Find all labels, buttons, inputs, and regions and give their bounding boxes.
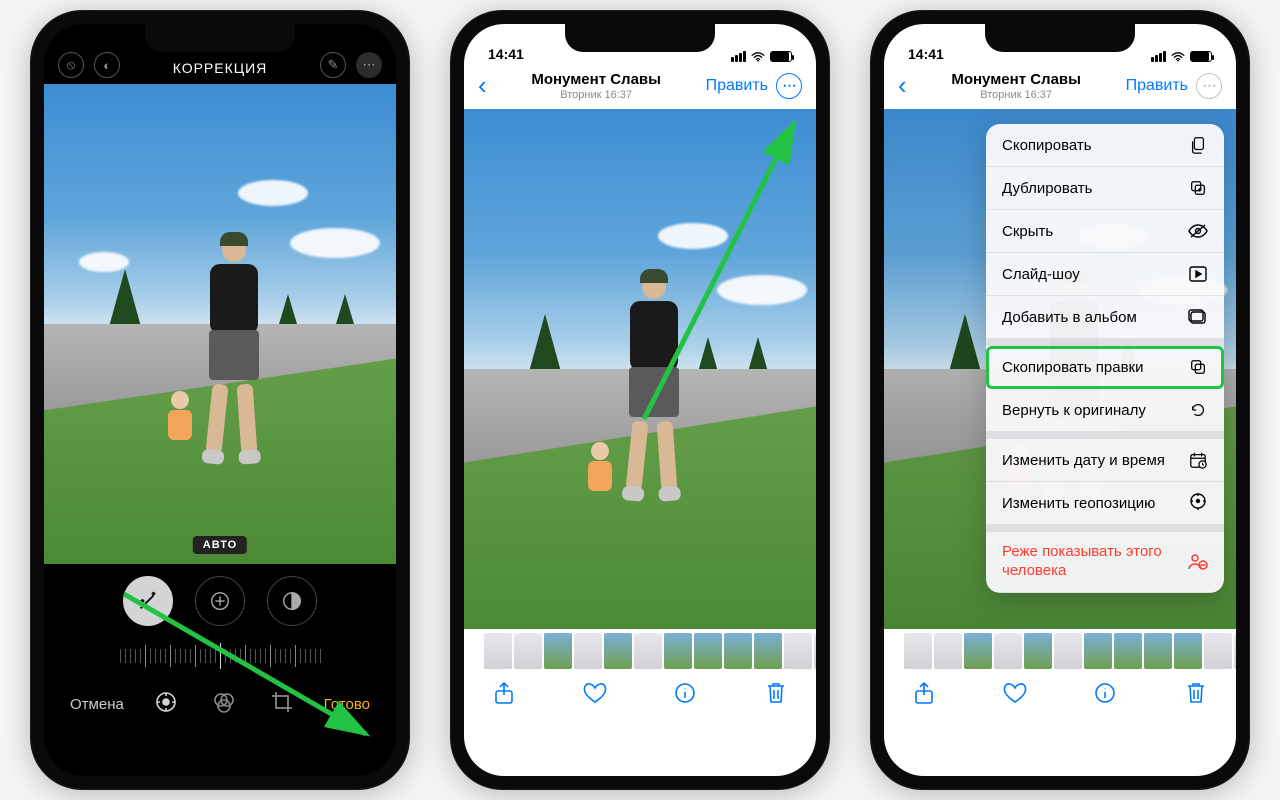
hide-icon [1188,221,1208,241]
auto-badge: АВТО [193,536,247,554]
thumbnail-strip[interactable] [884,629,1236,673]
menu-change-date[interactable]: Изменить дату и время [986,439,1224,482]
nav-bar: ‹ Монумент Славы Вторник 16:37 Править ⋯ [884,64,1236,109]
notch [565,24,715,52]
photo-subject-man [199,238,269,458]
wifi-icon [1171,52,1185,62]
crop-tab-icon[interactable] [270,690,294,719]
menu-hide[interactable]: Скрыть [986,210,1224,253]
adjustment-slider[interactable] [44,638,396,674]
brightness-dial-icon[interactable] [267,576,317,626]
live-off-icon[interactable]: ⦸ [58,52,84,78]
more-icon[interactable]: ⋯ [356,52,382,78]
notch [145,24,295,52]
info-icon[interactable] [673,681,697,705]
adjustment-dials [44,576,396,626]
phone-edit-screen: ⦸ ◐ КОРРЕКЦИЯ ✎ ⋯ [30,10,410,790]
adjust-tab-icon[interactable] [154,690,178,719]
album-icon [1188,307,1208,327]
info-icon[interactable] [1093,681,1117,705]
cellular-icon [1151,51,1166,62]
favorite-icon[interactable] [1003,681,1027,705]
back-button[interactable]: ‹ [898,70,907,101]
battery-icon [770,51,792,62]
photo-subject-baby [164,391,196,441]
wifi-icon [751,52,765,62]
trash-icon[interactable] [764,681,788,705]
duplicate-icon [1188,178,1208,198]
bottom-toolbar [464,673,816,705]
status-time: 14:41 [908,46,944,62]
notch [985,24,1135,52]
calendar-icon [1188,450,1208,470]
done-button[interactable]: Готово [324,696,370,713]
status-time: 14:41 [488,46,524,62]
exposure-dial-icon[interactable] [195,576,245,626]
revert-icon [1188,400,1208,420]
menu-change-geo[interactable]: Изменить геопозицию [986,482,1224,525]
person-less-icon [1188,552,1208,572]
auto-wand-icon[interactable] [123,576,173,626]
copy-icon [1188,135,1208,155]
cellular-icon [731,51,746,62]
menu-slideshow[interactable]: Слайд-шоу [986,253,1224,296]
edit-button[interactable]: Править [706,77,768,95]
share-icon[interactable] [912,681,936,705]
bottom-toolbar [884,673,1236,705]
thumbnail-strip[interactable] [464,629,816,673]
nav-title: Монумент Славы [907,71,1126,88]
nav-subtitle: Вторник 16:37 [487,89,706,101]
slideshow-icon [1188,264,1208,284]
context-menu: Скопировать Дублировать Скрыть Слайд-шоу… [986,124,1224,593]
more-menu-button[interactable]: ⋯ [776,73,802,99]
menu-copy-edits[interactable]: Скопировать правки [986,346,1224,389]
menu-revert[interactable]: Вернуть к оригиналу [986,389,1224,432]
filters-tab-icon[interactable] [212,690,236,719]
photo-canvas[interactable]: АВТО [44,84,396,564]
nav-title: Монумент Славы [487,71,706,88]
photo-view[interactable] [464,109,816,629]
menu-copy[interactable]: Скопировать [986,124,1224,167]
nav-bar: ‹ Монумент Славы Вторник 16:37 Править ⋯ [464,64,816,109]
more-menu-button[interactable]: ⋯ [1196,73,1222,99]
nav-subtitle: Вторник 16:37 [907,89,1126,101]
cancel-button[interactable]: Отмена [70,696,124,713]
back-button[interactable]: ‹ [478,70,487,101]
menu-duplicate[interactable]: Дублировать [986,167,1224,210]
phone-context-menu-screen: 14:41 ‹ Монумент Славы Вторник 16:37 Пра… [870,10,1250,790]
markup-icon[interactable]: ✎ [320,52,346,78]
copy-edits-icon [1188,357,1208,377]
favorite-icon[interactable] [583,681,607,705]
menu-add-album[interactable]: Добавить в альбом [986,296,1224,339]
trash-icon[interactable] [1184,681,1208,705]
battery-icon [1190,51,1212,62]
phone-detail-screen: 14:41 ‹ Монумент Славы Вторник 16:37 Пра… [450,10,830,790]
location-icon [1188,493,1208,513]
share-icon[interactable] [492,681,516,705]
editor-title: КОРРЕКЦИЯ [173,60,268,76]
edit-button[interactable]: Править [1126,77,1188,95]
menu-feature-less[interactable]: Реже показывать этого человека [986,532,1224,593]
motion-icon[interactable]: ◐ [94,52,120,78]
